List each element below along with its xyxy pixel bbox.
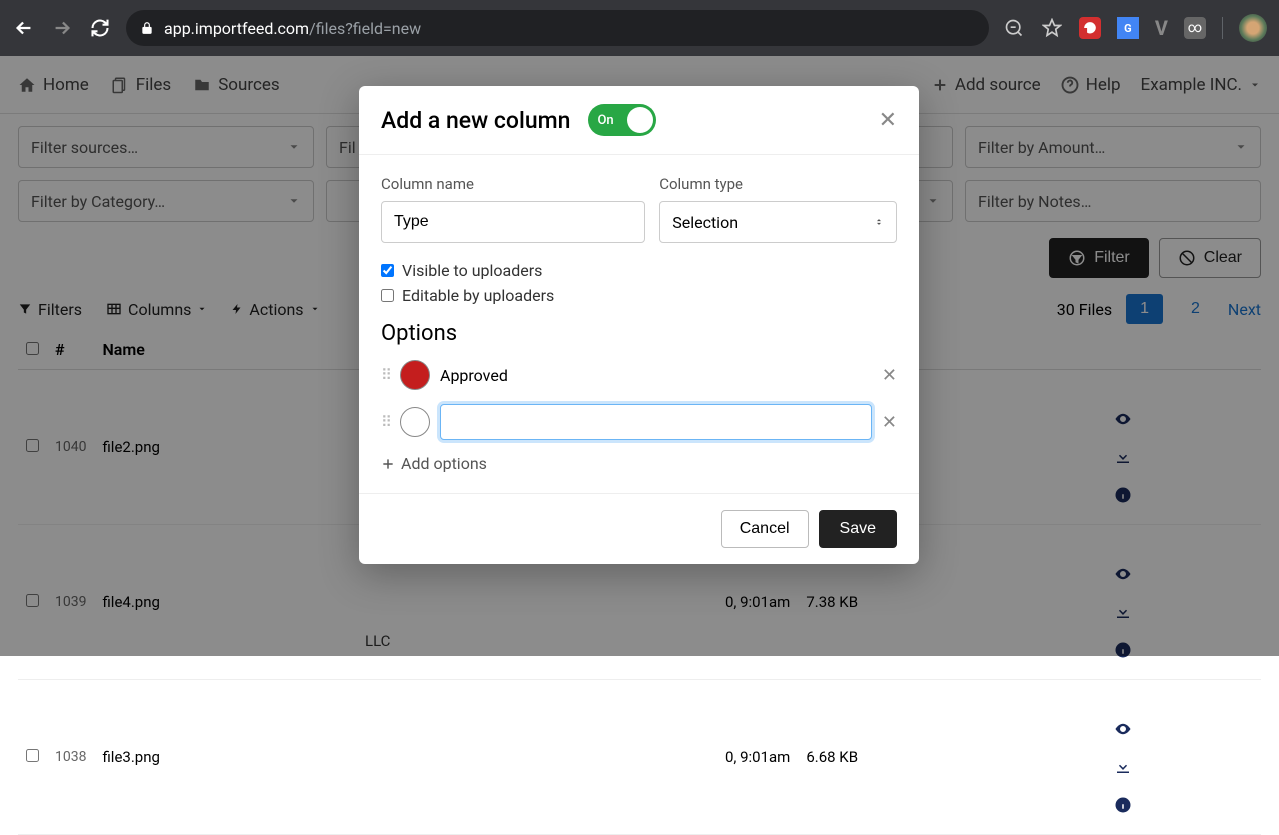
chrome-toolbar-icons: G V ∞ xyxy=(1003,14,1267,42)
add-column-modal: Add a new column On ✕ Column name Column… xyxy=(359,86,919,564)
column-type-label: Column type xyxy=(659,175,897,193)
drag-handle-icon[interactable]: ⠿ xyxy=(381,366,390,384)
back-button[interactable] xyxy=(12,16,36,40)
table-row: 1038 file3.png 0, 9:01am 6.68 KB xyxy=(18,680,1261,835)
reload-button[interactable] xyxy=(88,16,112,40)
divider xyxy=(1222,17,1223,39)
toggle-knob xyxy=(627,107,653,133)
on-toggle[interactable]: On xyxy=(588,104,656,136)
editable-checkbox[interactable] xyxy=(381,289,394,302)
address-bar[interactable]: app.importfeed.com/files?field=new xyxy=(126,10,989,46)
extension-adblock-icon[interactable] xyxy=(1079,17,1101,39)
close-icon[interactable]: ✕ xyxy=(879,108,897,133)
save-button[interactable]: Save xyxy=(819,510,897,548)
forward-button[interactable] xyxy=(50,16,74,40)
info-icon[interactable] xyxy=(1114,796,1253,814)
options-heading: Options xyxy=(381,321,897,346)
color-swatch[interactable] xyxy=(400,407,430,437)
visible-checkbox[interactable] xyxy=(381,264,394,277)
visible-checkbox-row[interactable]: Visible to uploaders xyxy=(381,261,897,280)
drag-handle-icon[interactable]: ⠿ xyxy=(381,413,390,431)
star-icon[interactable] xyxy=(1041,17,1063,39)
editable-checkbox-row[interactable]: Editable by uploaders xyxy=(381,286,897,305)
profile-avatar[interactable] xyxy=(1239,14,1267,42)
color-swatch[interactable] xyxy=(400,360,430,390)
eye-icon[interactable] xyxy=(1114,720,1253,738)
browser-chrome: app.importfeed.com/files?field=new G V ∞ xyxy=(0,0,1279,56)
option-row-2: ⠿ ✕ xyxy=(381,404,897,440)
lock-icon xyxy=(140,21,154,35)
remove-option-icon[interactable]: ✕ xyxy=(882,412,897,433)
add-options-button[interactable]: Add options xyxy=(381,454,897,473)
row-checkbox[interactable] xyxy=(26,749,39,762)
column-type-select[interactable]: Selection xyxy=(659,201,897,243)
modal-title: Add a new column xyxy=(381,107,570,134)
option-row-1: ⠿ Approved ✕ xyxy=(381,360,897,390)
cancel-button[interactable]: Cancel xyxy=(721,510,809,548)
column-name-input[interactable] xyxy=(381,201,645,243)
zoom-icon[interactable] xyxy=(1003,17,1025,39)
extension-v-icon[interactable]: V xyxy=(1155,16,1168,40)
url: app.importfeed.com/files?field=new xyxy=(164,19,421,38)
remove-option-icon[interactable]: ✕ xyxy=(882,365,897,386)
extension-translate-icon[interactable]: G xyxy=(1117,17,1139,39)
option-name-input[interactable] xyxy=(440,404,872,440)
column-name-label: Column name xyxy=(381,175,645,193)
extension-meta-icon[interactable]: ∞ xyxy=(1184,17,1206,39)
select-caret-icon xyxy=(874,215,884,229)
download-icon[interactable] xyxy=(1114,758,1253,776)
